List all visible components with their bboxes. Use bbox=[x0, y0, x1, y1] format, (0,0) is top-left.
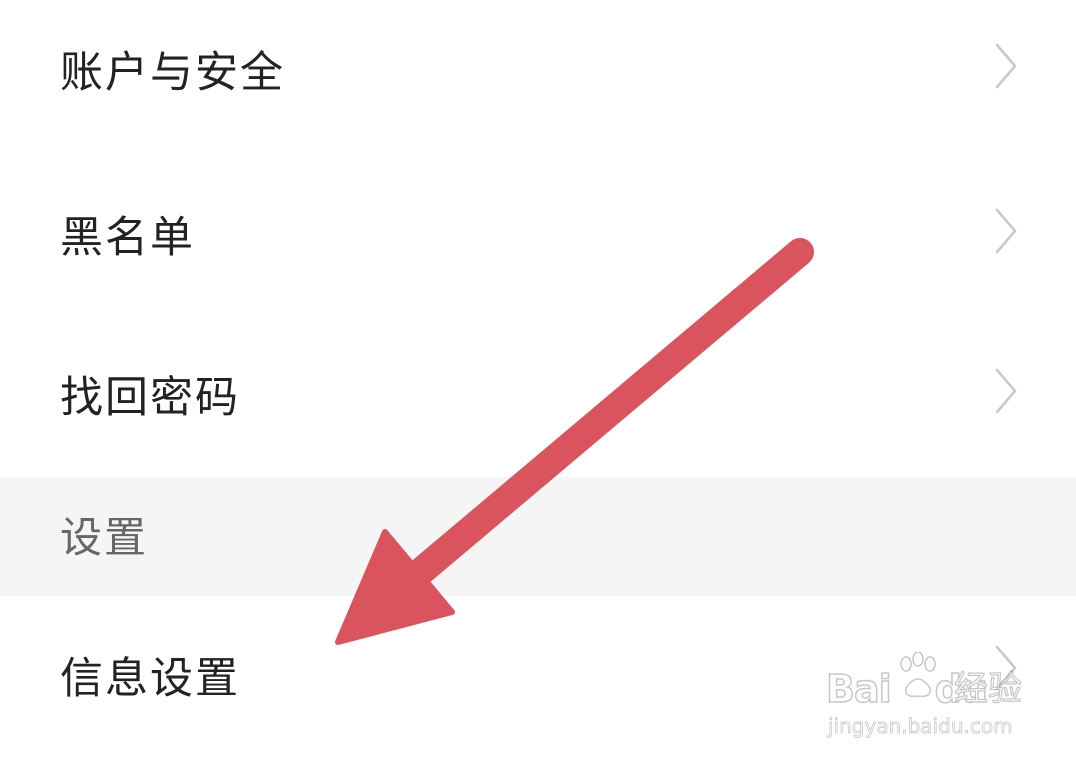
chevron-right-icon bbox=[995, 43, 1017, 89]
chevron-right-icon bbox=[995, 368, 1017, 414]
settings-item-label: 黑名单 bbox=[60, 213, 195, 263]
settings-screen: 账户与安全 黑名单 找回密码 设置 信息设置 Bai du 经验 jingyan… bbox=[0, 0, 1076, 768]
chevron-right-icon bbox=[995, 208, 1017, 254]
chevron-right-icon bbox=[995, 645, 1017, 691]
settings-item-label: 账户与安全 bbox=[60, 48, 285, 98]
settings-item-label: 信息设置 bbox=[60, 654, 240, 704]
section-header-label: 设置 bbox=[60, 513, 149, 562]
settings-item-blacklist[interactable]: 黑名单 bbox=[0, 155, 1076, 315]
settings-item-message-settings[interactable]: 信息设置 bbox=[0, 596, 1076, 768]
settings-item-account-security[interactable]: 账户与安全 bbox=[0, 0, 1076, 155]
settings-item-find-password[interactable]: 找回密码 bbox=[0, 315, 1076, 477]
settings-item-label: 找回密码 bbox=[60, 373, 240, 423]
section-header-settings: 设置 bbox=[0, 477, 1076, 596]
